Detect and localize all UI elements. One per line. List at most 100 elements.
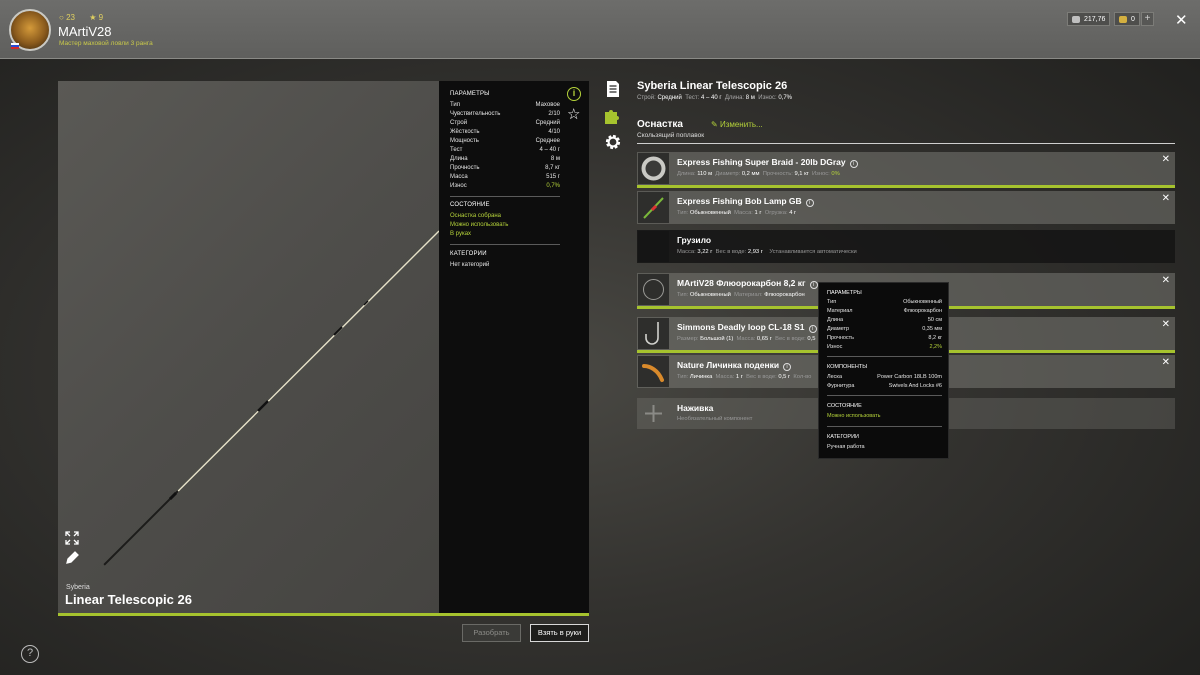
float-thumb bbox=[638, 192, 669, 223]
plus-icon bbox=[638, 399, 669, 428]
param-row: Тип Маховое bbox=[450, 102, 560, 108]
slot-name: MArtiV28 Флюорокарбон 8,2 кг i bbox=[677, 278, 818, 289]
remove-icon[interactable]: ✕ bbox=[1162, 275, 1170, 286]
slot-name: Express Fishing Super Braid - 20lb DGray… bbox=[677, 157, 858, 168]
star-icon[interactable]: ☆ bbox=[567, 107, 580, 122]
param-row: Длина 8 м bbox=[450, 156, 560, 162]
tooltip-row: Износ 2,2% bbox=[827, 344, 942, 350]
preview-accent-line bbox=[58, 613, 589, 616]
info-icon[interactable]: i bbox=[808, 325, 817, 333]
param-row: Строй Средний bbox=[450, 120, 560, 126]
tooltip-row: Диаметр 0,35 мм bbox=[827, 326, 942, 332]
info-icon[interactable]: i bbox=[805, 199, 814, 207]
rod-preview[interactable] bbox=[58, 81, 439, 613]
tooltip-row: Длина 50 см bbox=[827, 317, 942, 323]
stat-rank: ★ 9 bbox=[89, 13, 104, 22]
divider bbox=[637, 143, 1175, 144]
state-in-hands: В руках bbox=[450, 231, 472, 237]
leader-tooltip: ПАРАМЕТРЫ Тип Обыкновенный Материал Флюоро… bbox=[818, 282, 949, 459]
silver-balance: 217,76 bbox=[1067, 12, 1111, 26]
components-heading: КОМПОНЕНТЫ bbox=[827, 364, 868, 370]
edit-icon: ✎ bbox=[711, 120, 718, 129]
rod-image bbox=[103, 230, 439, 566]
tooltip-row: Фурнитура Swivels And Locks #6 bbox=[827, 383, 942, 389]
rod-summary: Строй: Средний Тест: 4 – 40 г Длина: 8 м… bbox=[637, 95, 792, 101]
info-icon[interactable]: i bbox=[849, 160, 858, 168]
player-stats: ○ 23 ★ 9 bbox=[59, 13, 115, 22]
slot-meta: Длина: 110 м Диаметр: 0,2 мм Прочность: … bbox=[677, 171, 840, 177]
tooltip-row: Материал Флюорокарбон bbox=[827, 308, 942, 314]
slot-line[interactable]: Express Fishing Super Braid - 20lb DGray… bbox=[637, 152, 1175, 188]
param-row: Износ 0,7% bbox=[450, 183, 560, 189]
slot-note: Необязательный компонент bbox=[677, 416, 753, 422]
close-icon[interactable]: ✕ bbox=[1175, 11, 1188, 29]
rigging-type: Скользящий поплавок bbox=[637, 132, 705, 139]
player-rank: Мастер маховой ловли 3 ранга bbox=[59, 40, 153, 47]
info-icon[interactable]: i bbox=[567, 87, 581, 101]
divider bbox=[827, 356, 942, 357]
silver-coin-icon bbox=[1072, 15, 1080, 23]
change-rigging-link[interactable]: ✎ Изменить... bbox=[711, 120, 763, 129]
gear-icon[interactable] bbox=[604, 133, 622, 151]
tooltip-heading: ПАРАМЕТРЫ bbox=[827, 290, 862, 296]
params-heading: ПАРАМЕТРЫ bbox=[450, 91, 490, 97]
expand-icon[interactable] bbox=[65, 531, 79, 545]
rod-brand: Syberia bbox=[66, 584, 90, 591]
top-bar: ○ 23 ★ 9 MArtiV28 Мастер маховой ловли 3… bbox=[0, 0, 1200, 59]
gold-coin-icon bbox=[1119, 15, 1127, 23]
remove-icon[interactable]: ✕ bbox=[1162, 319, 1170, 330]
state-assembled: Оснастка собрана bbox=[450, 213, 501, 219]
disassemble-button[interactable]: Разобрать bbox=[462, 624, 521, 642]
pencil-icon[interactable] bbox=[65, 551, 79, 565]
slot-meta: Тип: Личинка Масса: 1 г Вес в воде: 0,5 … bbox=[677, 374, 812, 380]
larva-thumb bbox=[638, 356, 669, 387]
slot-float[interactable]: Express Fishing Bob Lamp GB i Тип: Обыкно… bbox=[637, 191, 1175, 224]
rod-title: Syberia Linear Telescopic 26 bbox=[637, 80, 788, 92]
category-value: Ручная работа bbox=[827, 444, 865, 450]
hook-thumb bbox=[638, 318, 669, 349]
flag-icon bbox=[11, 43, 19, 49]
tooltip-row: Прочность 8,2 кг bbox=[827, 335, 942, 341]
state-heading: СОСТОЯНИЕ bbox=[450, 202, 490, 208]
category-value: Нет категорий bbox=[450, 262, 490, 268]
leader-thumb bbox=[638, 274, 669, 305]
slot-name: Грузило bbox=[677, 235, 712, 245]
param-row: Жёсткость 4/10 bbox=[450, 129, 560, 135]
state-heading: СОСТОЯНИЕ bbox=[827, 403, 862, 409]
take-in-hands-button[interactable]: Взять в руки bbox=[530, 624, 589, 642]
gold-balance: 0 bbox=[1114, 12, 1140, 26]
stat-level: ○ 23 bbox=[59, 13, 75, 22]
tooltip-row: Леска Power Carbon 18LB 100m bbox=[827, 374, 942, 380]
slot-name: Simmons Deadly loop CL-18 S1 i bbox=[677, 322, 817, 333]
state-usable: Можно использовать bbox=[450, 222, 509, 228]
slot-meta: Тип: Обыкновенный Материал: Флюорокарбон bbox=[677, 292, 805, 298]
slot-name: Nature Личинка поденки i bbox=[677, 360, 792, 371]
category-heading: КАТЕГОРИИ bbox=[827, 434, 859, 440]
param-row: Масса 515 г bbox=[450, 174, 560, 180]
info-icon[interactable]: i bbox=[783, 363, 792, 371]
param-row: Чувствительность 2/10 bbox=[450, 111, 560, 117]
param-row: Прочность 8,7 кг bbox=[450, 165, 560, 171]
divider bbox=[827, 395, 942, 396]
rigging-title: Оснастка bbox=[637, 119, 683, 130]
document-icon[interactable] bbox=[604, 80, 622, 98]
line-spool-thumb bbox=[638, 153, 669, 184]
puzzle-icon[interactable] bbox=[604, 107, 622, 125]
slot-meta: Тип: Обыкновенный Масса: 1 г Огрузка: 4 … bbox=[677, 210, 797, 216]
sinker-thumb bbox=[638, 231, 669, 262]
remove-icon[interactable]: ✕ bbox=[1162, 193, 1170, 204]
rod-name: Linear Telescopic 26 bbox=[65, 592, 192, 607]
slot-sinker[interactable]: Грузило Масса: 3,22 г Вес в воде: 2,93 г… bbox=[637, 230, 1175, 263]
slot-name: Наживка bbox=[677, 403, 714, 413]
help-icon[interactable]: ? bbox=[21, 645, 39, 663]
remove-icon[interactable]: ✕ bbox=[1162, 154, 1170, 165]
remove-icon[interactable]: ✕ bbox=[1162, 357, 1170, 368]
divider bbox=[450, 244, 560, 245]
info-icon[interactable]: i bbox=[809, 281, 818, 289]
add-currency-button[interactable]: + bbox=[1141, 12, 1154, 26]
slot-meta: Масса: 3,22 г Вес в воде: 2,93 г Устанав… bbox=[677, 249, 857, 255]
slot-name: Express Fishing Bob Lamp GB i bbox=[677, 196, 814, 207]
tooltip-row: Тип Обыкновенный bbox=[827, 299, 942, 305]
param-row: Тест 4 – 40 г bbox=[450, 147, 560, 153]
slot-meta: Размер: Большой (1) Масса: 0,65 г Вес в … bbox=[677, 336, 816, 342]
